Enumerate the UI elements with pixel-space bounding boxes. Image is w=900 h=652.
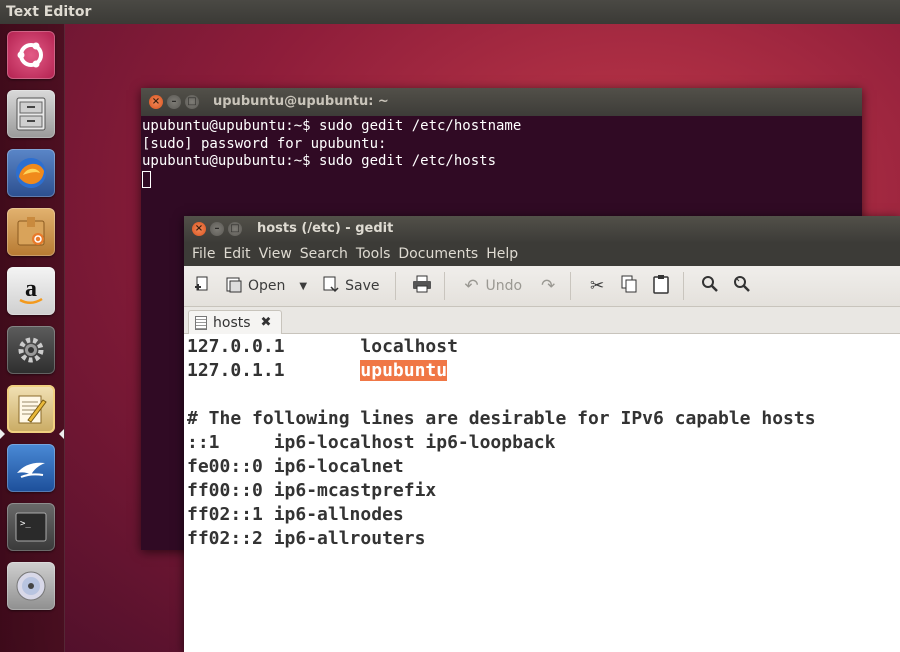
redo-icon: ↷ (540, 276, 556, 296)
print-icon (408, 275, 436, 298)
files-icon[interactable] (7, 90, 55, 138)
terminal-line: upubuntu@upubuntu:~$ sudo gedit /etc/hos… (142, 153, 497, 169)
launcher: a >_ (0, 24, 65, 652)
menu-help[interactable]: Help (482, 242, 522, 266)
tab-hosts[interactable]: hosts ✖ (188, 310, 283, 334)
menu-file[interactable]: File (188, 242, 219, 266)
save-icon (317, 275, 345, 298)
print-button[interactable] (408, 271, 436, 301)
active-indicator-left (0, 429, 5, 439)
terminal-icon[interactable]: >_ (7, 503, 55, 551)
minimize-icon[interactable]: – (210, 222, 224, 236)
find-replace-icon (728, 275, 756, 298)
svg-text:a: a (25, 276, 37, 302)
scissors-icon: ✂ (589, 276, 605, 296)
menu-tools[interactable]: Tools (352, 242, 395, 266)
close-icon[interactable]: × (192, 222, 206, 236)
libreoffice-icon[interactable] (7, 444, 55, 492)
open-icon (220, 275, 248, 298)
new-document-button[interactable] (188, 271, 216, 301)
system-settings-icon[interactable] (7, 326, 55, 374)
undo-icon: ↶ (464, 276, 479, 296)
toolbar: Open ▼ Save ↶ Undo ↷ ✂ (184, 266, 900, 307)
menu-edit[interactable]: Edit (219, 242, 254, 266)
terminal-line: [sudo] password for upubuntu: (142, 135, 387, 152)
replace-button[interactable] (728, 271, 756, 301)
copy-icon (615, 275, 643, 298)
top-panel: Text Editor (0, 0, 900, 24)
paste-icon (647, 274, 675, 299)
menu-search[interactable]: Search (296, 242, 352, 266)
redo-button[interactable]: ↷ (534, 271, 562, 301)
active-indicator-right (59, 429, 64, 439)
dvd-icon[interactable] (7, 562, 55, 610)
maximize-icon[interactable]: □ (185, 95, 199, 109)
document-icon (195, 315, 207, 330)
save-button[interactable]: Save (317, 271, 387, 301)
terminal-line: upubuntu@upubuntu:~$ sudo gedit /etc/hos… (142, 118, 522, 134)
undo-button[interactable]: ↶ Undo (457, 271, 530, 301)
toolbar-separator (683, 272, 685, 300)
editor-line: fe00::0 ip6-localnet (187, 456, 404, 477)
editor-line: ff00::0 ip6-mcastprefix (187, 480, 437, 501)
firefox-icon[interactable] (7, 149, 55, 197)
text-editor-icon[interactable] (7, 385, 55, 433)
gedit-window: × – □ hosts (/etc) - gedit File Edit Vie… (184, 216, 900, 652)
menubar: File Edit View Search Tools Documents He… (184, 242, 900, 266)
close-tab-icon[interactable]: ✖ (261, 315, 272, 330)
menu-documents[interactable]: Documents (394, 242, 482, 266)
terminal-cursor (142, 170, 151, 188)
editor-line: ff02::2 ip6-allrouters (187, 528, 426, 549)
selected-text: upubuntu (360, 360, 448, 381)
close-icon[interactable]: × (149, 95, 163, 109)
minimize-icon[interactable]: – (167, 95, 181, 109)
software-center-icon[interactable] (7, 208, 55, 256)
toolbar-separator (570, 272, 572, 300)
maximize-icon[interactable]: □ (228, 222, 242, 236)
editor-line: 127.0.0.1 localhost (187, 336, 458, 357)
new-document-icon (188, 275, 216, 298)
menu-view[interactable]: View (255, 242, 296, 266)
editor-line: ff02::1 ip6-allnodes (187, 504, 404, 525)
cut-button[interactable]: ✂ (583, 271, 611, 301)
terminal-output[interactable]: upubuntu@upubuntu:~$ sudo gedit /etc/hos… (141, 116, 862, 190)
search-icon (696, 275, 724, 298)
toolbar-separator (395, 272, 397, 300)
open-button[interactable]: Open ▼ (220, 271, 313, 301)
terminal-titlebar[interactable]: × – □ upubuntu@upubuntu: ~ (141, 88, 862, 116)
undo-label: Undo (485, 278, 523, 294)
editor-line: 127.0.1.1 upubuntu (187, 360, 448, 381)
svg-text:>_: >_ (20, 519, 31, 529)
editor-line: ::1 ip6-localhost ip6-loopback (187, 432, 556, 453)
open-label: Open (248, 278, 286, 294)
save-label: Save (345, 278, 380, 294)
active-app-title: Text Editor (6, 4, 92, 20)
ubuntu-dash-icon[interactable] (7, 31, 55, 79)
tab-label: hosts (213, 314, 251, 331)
find-button[interactable] (696, 271, 724, 301)
gedit-titlebar[interactable]: × – □ hosts (/etc) - gedit (184, 216, 900, 242)
editor-text-area[interactable]: 127.0.0.1 localhost 127.0.1.1 upubuntu # … (184, 334, 900, 552)
gedit-title: hosts (/etc) - gedit (257, 221, 394, 236)
amazon-icon[interactable]: a (7, 267, 55, 315)
toolbar-separator (444, 272, 446, 300)
open-dropdown-arrow-icon[interactable]: ▼ (293, 281, 313, 292)
paste-button[interactable] (647, 271, 675, 301)
editor-line: # The following lines are desirable for … (187, 408, 816, 429)
terminal-title: upubuntu@upubuntu: ~ (213, 94, 389, 109)
tab-bar: hosts ✖ (184, 307, 900, 334)
copy-button[interactable] (615, 271, 643, 301)
